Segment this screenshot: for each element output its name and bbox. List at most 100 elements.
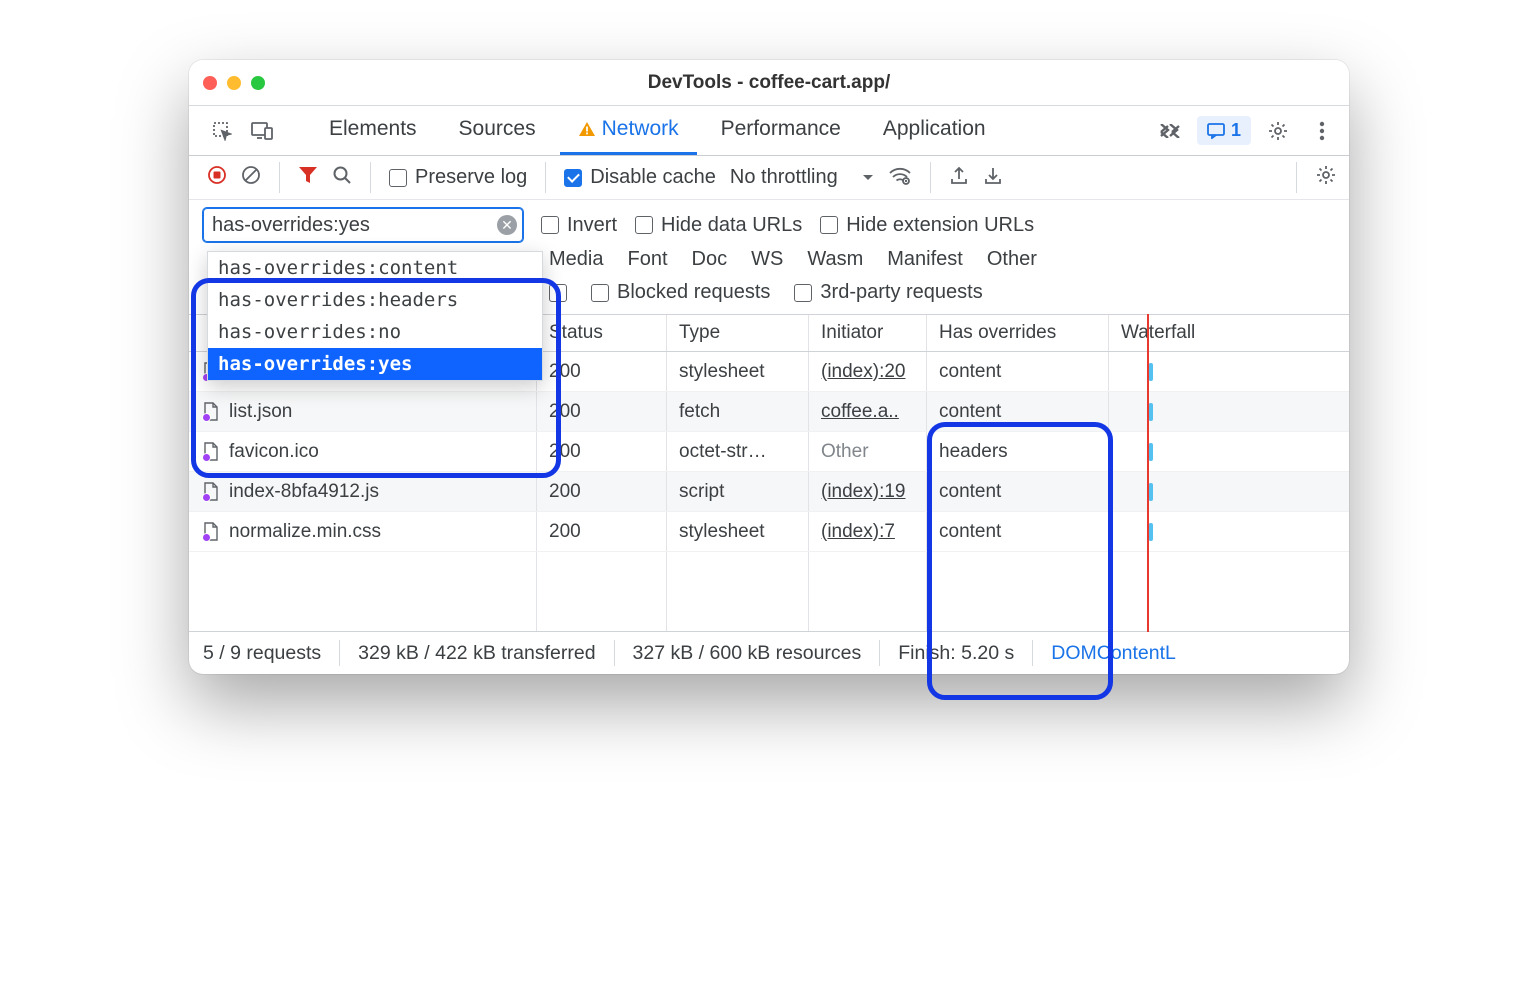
type-other[interactable]: Other xyxy=(987,248,1037,271)
table-row[interactable]: normalize.min.css200stylesheet(index):7c… xyxy=(189,512,1349,552)
clear-filter-icon[interactable]: ✕ xyxy=(497,215,517,235)
table-row[interactable]: list.json200fetchcoffee.a..content xyxy=(189,392,1349,432)
suggestion-item[interactable]: has-overrides:no xyxy=(208,316,542,348)
col-waterfall-header[interactable]: Waterfall xyxy=(1109,315,1349,351)
blocked-response-cookies-checkbox[interactable] xyxy=(549,284,567,302)
panel-tabbar: Elements Sources Network Performance App… xyxy=(189,106,1349,156)
cell-overrides: content xyxy=(927,352,1109,391)
tab-label: Performance xyxy=(721,117,841,141)
tab-label: Network xyxy=(602,117,679,141)
checkbox-label: Hide extension URLs xyxy=(846,214,1034,237)
filter-row: ✕ has-overrides:content has-overrides:he… xyxy=(189,200,1349,246)
cell-status: 200 xyxy=(537,392,667,431)
suggestion-item[interactable]: has-overrides:content xyxy=(208,252,542,284)
device-toggle-icon[interactable] xyxy=(245,106,279,155)
kebab-menu-icon[interactable] xyxy=(1305,114,1339,148)
status-domcontentloaded[interactable]: DOMContentL xyxy=(1051,642,1176,665)
messages-count: 1 xyxy=(1231,120,1241,141)
cell-status: 200 xyxy=(537,512,667,551)
type-media[interactable]: Media xyxy=(549,248,603,271)
filter-input-wrap: ✕ has-overrides:content has-overrides:he… xyxy=(203,208,523,242)
col-overrides-header[interactable]: Has overrides xyxy=(927,315,1109,351)
cell-initiator[interactable]: coffee.a.. xyxy=(821,401,899,423)
checkbox-label: Disable cache xyxy=(590,166,716,189)
window-controls xyxy=(203,76,265,90)
preserve-log-checkbox[interactable]: Preserve log xyxy=(389,166,527,189)
cell-initiator: Other xyxy=(821,441,869,463)
cell-type: fetch xyxy=(667,392,809,431)
status-requests: 5 / 9 requests xyxy=(203,642,321,665)
waterfall-bar xyxy=(1149,483,1153,501)
type-manifest[interactable]: Manifest xyxy=(887,248,963,271)
checkbox-label: Invert xyxy=(567,214,617,237)
maximize-window-button[interactable] xyxy=(251,76,265,90)
file-override-icon xyxy=(203,482,219,501)
cell-initiator[interactable]: (index):20 xyxy=(821,361,906,383)
close-window-button[interactable] xyxy=(203,76,217,90)
col-status-header[interactable]: Status xyxy=(537,315,667,351)
table-row[interactable]: index-8bfa4912.js200script(index):19cont… xyxy=(189,472,1349,512)
type-wasm[interactable]: Wasm xyxy=(807,248,863,271)
minimize-window-button[interactable] xyxy=(227,76,241,90)
file-name: favicon.ico xyxy=(229,441,319,463)
waterfall-bar xyxy=(1149,363,1153,381)
cell-initiator[interactable]: (index):19 xyxy=(821,481,906,503)
suggestion-item-selected[interactable]: has-overrides:yes xyxy=(208,348,542,380)
tab-label: Application xyxy=(883,117,986,141)
clear-icon[interactable] xyxy=(241,165,261,191)
hide-extension-urls-checkbox[interactable]: Hide extension URLs xyxy=(820,214,1034,237)
throttling-value: No throttling xyxy=(730,166,838,189)
more-tabs-icon[interactable] xyxy=(1153,114,1187,148)
invert-checkbox[interactable]: Invert xyxy=(541,214,617,237)
tab-application[interactable]: Application xyxy=(865,106,1004,155)
status-bar: 5 / 9 requests 329 kB / 422 kB transferr… xyxy=(189,632,1349,674)
type-font[interactable]: Font xyxy=(627,248,667,271)
file-name: list.json xyxy=(229,401,292,423)
file-name: index-8bfa4912.js xyxy=(229,481,379,503)
chevron-down-icon xyxy=(862,174,874,182)
table-row[interactable]: favicon.ico 200octet-str… Other headers xyxy=(189,432,1349,472)
checkbox-label: Preserve log xyxy=(415,166,527,189)
disable-cache-checkbox[interactable]: Disable cache xyxy=(564,166,716,189)
type-doc[interactable]: Doc xyxy=(692,248,728,271)
blocked-requests-checkbox[interactable]: Blocked requests xyxy=(591,281,770,304)
tab-network[interactable]: Network xyxy=(560,106,697,155)
warning-icon xyxy=(578,120,596,138)
checkbox-label: 3rd-party requests xyxy=(820,281,982,304)
status-finish: Finish: 5.20 s xyxy=(898,642,1014,665)
upload-har-icon[interactable] xyxy=(949,165,969,191)
tab-elements[interactable]: Elements xyxy=(311,106,435,155)
checkbox-label: Blocked requests xyxy=(617,281,770,304)
cell-status: 200 xyxy=(537,432,667,471)
search-icon[interactable] xyxy=(332,165,352,191)
file-override-icon xyxy=(203,402,219,421)
cell-overrides: content xyxy=(927,512,1109,551)
cell-initiator[interactable]: (index):7 xyxy=(821,521,895,543)
record-icon[interactable] xyxy=(207,165,227,191)
hide-data-urls-checkbox[interactable]: Hide data URLs xyxy=(635,214,802,237)
cell-overrides: headers xyxy=(927,432,1109,471)
third-party-checkbox[interactable]: 3rd-party requests xyxy=(794,281,982,304)
settings-icon[interactable] xyxy=(1261,114,1295,148)
titlebar: DevTools - coffee-cart.app/ xyxy=(189,60,1349,106)
col-type-header[interactable]: Type xyxy=(667,315,809,351)
inspect-icon[interactable] xyxy=(205,106,239,155)
filter-icon[interactable] xyxy=(298,166,318,190)
table-filler xyxy=(189,552,1349,632)
col-initiator-header[interactable]: Initiator xyxy=(809,315,927,351)
messages-badge[interactable]: 1 xyxy=(1197,116,1251,145)
cell-type: stylesheet xyxy=(667,512,809,551)
suggestion-item[interactable]: has-overrides:headers xyxy=(208,284,542,316)
panel-settings-icon[interactable] xyxy=(1315,164,1337,192)
tab-performance[interactable]: Performance xyxy=(703,106,859,155)
download-har-icon[interactable] xyxy=(983,165,1003,191)
tab-sources[interactable]: Sources xyxy=(441,106,554,155)
cell-type: octet-str… xyxy=(667,432,809,471)
devtools-window: DevTools - coffee-cart.app/ Elements Sou… xyxy=(189,60,1349,674)
network-conditions-icon[interactable] xyxy=(888,165,912,191)
type-ws[interactable]: WS xyxy=(751,248,783,271)
throttling-select[interactable]: No throttling xyxy=(730,166,874,189)
filter-input[interactable] xyxy=(203,208,523,242)
cell-status: 200 xyxy=(537,352,667,391)
waterfall-bar xyxy=(1149,523,1153,541)
